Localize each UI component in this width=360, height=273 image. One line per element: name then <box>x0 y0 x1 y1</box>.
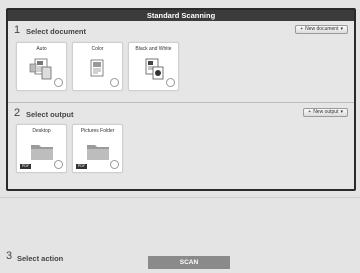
document-tile-black-and-white[interactable]: Black and White <box>128 42 179 91</box>
scan-button[interactable]: SCAN <box>148 256 230 269</box>
output-tiles: Desktop PDF Pictures Folder PDF <box>16 124 123 173</box>
edit-document-settings-button[interactable] <box>54 78 63 87</box>
new-output-label: New output <box>313 109 339 115</box>
edit-document-settings-button[interactable] <box>166 78 175 87</box>
tile-label: Black and White <box>135 46 172 52</box>
new-document-button[interactable]: + New document ▾ <box>295 25 348 34</box>
plus-icon: + <box>308 109 312 115</box>
format-badge: PDF <box>76 164 87 169</box>
edit-document-settings-button[interactable] <box>110 78 119 87</box>
edit-output-settings-button[interactable] <box>54 160 63 169</box>
chevron-down-icon: ▾ <box>340 26 343 32</box>
section-title: Select output <box>26 110 74 119</box>
edit-output-settings-button[interactable] <box>110 160 119 169</box>
chevron-down-icon: ▾ <box>340 109 343 115</box>
tile-label: Auto <box>36 46 47 52</box>
new-document-label: New document <box>305 26 339 32</box>
folder-icon <box>31 145 53 160</box>
output-tile-desktop[interactable]: Desktop PDF <box>16 124 67 173</box>
document-tile-color[interactable]: Color <box>72 42 123 91</box>
section-title: Select document <box>26 27 87 36</box>
select-output-header: 2 Select output + New output ▾ <box>8 104 354 120</box>
window-title: Standard Scanning <box>8 10 354 21</box>
document-tile-auto[interactable]: Auto <box>16 42 67 91</box>
format-badge: PDF <box>20 164 31 169</box>
document-tiles: Auto Color Black and White <box>16 42 179 91</box>
step-number: 3 <box>6 250 13 262</box>
step-number: 2 <box>14 107 21 119</box>
auto-document-icon <box>29 58 52 80</box>
section-divider <box>8 102 354 103</box>
tile-label: Pictures Folder <box>80 128 115 134</box>
scanning-panel: Standard Scanning 1 Select document + Ne… <box>6 8 356 191</box>
tile-label: Desktop <box>32 128 51 134</box>
tile-label: Color <box>91 46 104 52</box>
new-output-button[interactable]: + New output ▾ <box>303 108 348 117</box>
plus-icon: + <box>300 26 304 32</box>
folder-icon <box>87 145 109 160</box>
section-title: Select action <box>17 254 64 263</box>
select-document-header: 1 Select document + New document ▾ <box>8 21 354 37</box>
step-number: 1 <box>14 24 21 36</box>
color-document-icon <box>90 59 104 77</box>
panel-divider <box>0 197 360 198</box>
black-white-document-icon <box>145 58 164 80</box>
output-tile-pictures-folder[interactable]: Pictures Folder PDF <box>72 124 123 173</box>
